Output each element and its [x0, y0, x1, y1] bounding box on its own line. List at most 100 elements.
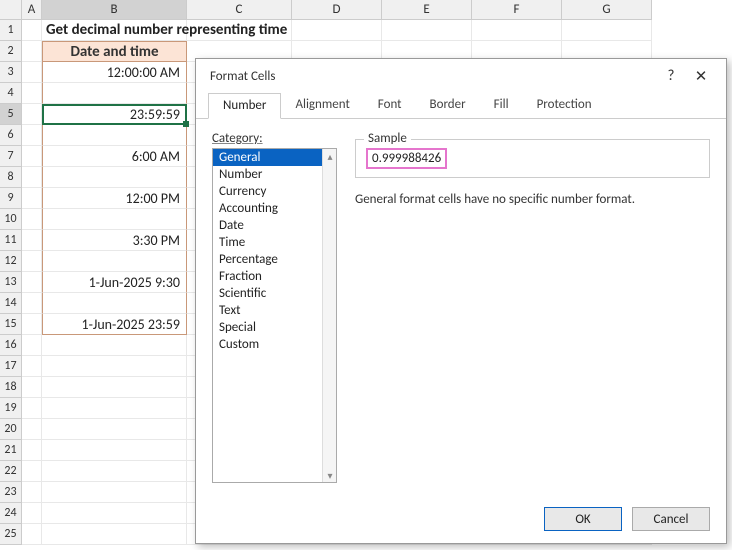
- cell[interactable]: [42, 440, 187, 461]
- cell[interactable]: [42, 293, 187, 314]
- row-header[interactable]: 19: [0, 398, 22, 419]
- dialog-titlebar[interactable]: Format Cells ? ✕: [196, 59, 726, 93]
- category-item[interactable]: Number: [213, 166, 336, 183]
- cell[interactable]: [22, 272, 42, 293]
- cell[interactable]: [22, 188, 42, 209]
- cell[interactable]: [42, 251, 187, 272]
- cell[interactable]: [22, 482, 42, 503]
- row-header[interactable]: 24: [0, 503, 22, 524]
- col-header-a[interactable]: A: [22, 0, 42, 20]
- cell[interactable]: 3:30 PM: [42, 230, 187, 251]
- category-item[interactable]: Special: [213, 319, 336, 336]
- close-button[interactable]: ✕: [686, 62, 716, 90]
- category-item[interactable]: Fraction: [213, 268, 336, 285]
- cell[interactable]: [22, 524, 42, 545]
- col-header-g[interactable]: G: [562, 0, 652, 20]
- row-header[interactable]: 11: [0, 230, 22, 251]
- cell[interactable]: [42, 356, 187, 377]
- cell[interactable]: [42, 125, 187, 146]
- row-header[interactable]: 9: [0, 188, 22, 209]
- category-item[interactable]: Accounting: [213, 200, 336, 217]
- cell[interactable]: [42, 83, 187, 104]
- cell[interactable]: 1-Jun-2025 9:30: [42, 272, 187, 293]
- cell[interactable]: [42, 482, 187, 503]
- row-header[interactable]: 2: [0, 41, 22, 62]
- category-item[interactable]: Percentage: [213, 251, 336, 268]
- row-header[interactable]: 18: [0, 377, 22, 398]
- cell[interactable]: [22, 440, 42, 461]
- category-item[interactable]: Scientific: [213, 285, 336, 302]
- cell[interactable]: [22, 146, 42, 167]
- row-header[interactable]: 6: [0, 125, 22, 146]
- row-header[interactable]: 15: [0, 314, 22, 335]
- cell[interactable]: [42, 398, 187, 419]
- ok-button[interactable]: OK: [544, 507, 622, 531]
- cell[interactable]: [42, 524, 187, 545]
- col-header-e[interactable]: E: [382, 0, 472, 20]
- category-item[interactable]: General: [213, 149, 336, 166]
- tab-protection[interactable]: Protection: [523, 93, 606, 118]
- row-header[interactable]: 21: [0, 440, 22, 461]
- cell[interactable]: [22, 167, 42, 188]
- cell[interactable]: 12:00:00 AM: [42, 62, 187, 83]
- row-header[interactable]: 4: [0, 83, 22, 104]
- row-header[interactable]: 5: [0, 104, 22, 125]
- tab-alignment[interactable]: Alignment: [281, 93, 363, 118]
- cell[interactable]: [22, 104, 42, 125]
- cancel-button[interactable]: Cancel: [632, 507, 710, 531]
- cell[interactable]: [292, 20, 382, 41]
- cell[interactable]: [42, 167, 187, 188]
- cell[interactable]: [22, 503, 42, 524]
- cell[interactable]: [22, 230, 42, 251]
- cell[interactable]: [42, 503, 187, 524]
- cell[interactable]: [22, 125, 42, 146]
- cell[interactable]: [22, 335, 42, 356]
- cell[interactable]: [22, 62, 42, 83]
- row-header[interactable]: 13: [0, 272, 22, 293]
- cell[interactable]: [42, 209, 187, 230]
- row-header[interactable]: 14: [0, 293, 22, 314]
- cell[interactable]: [42, 461, 187, 482]
- cell[interactable]: [382, 20, 472, 41]
- col-header-c[interactable]: C: [187, 0, 292, 20]
- row-header[interactable]: 20: [0, 419, 22, 440]
- cell[interactable]: 12:00 PM: [42, 188, 187, 209]
- col-header-d[interactable]: D: [292, 0, 382, 20]
- cell[interactable]: [22, 41, 42, 62]
- row-header[interactable]: 10: [0, 209, 22, 230]
- cell[interactable]: [472, 20, 562, 41]
- cell[interactable]: [42, 419, 187, 440]
- cell[interactable]: [22, 314, 42, 335]
- listbox-scrollbar[interactable]: ▴ ▾: [322, 149, 336, 482]
- row-header[interactable]: 12: [0, 251, 22, 272]
- cell[interactable]: [22, 419, 42, 440]
- row-header[interactable]: 16: [0, 335, 22, 356]
- cell[interactable]: 1-Jun-2025 23:59: [42, 314, 187, 335]
- col-header-b[interactable]: B: [42, 0, 187, 20]
- cell[interactable]: [42, 377, 187, 398]
- tab-font[interactable]: Font: [364, 93, 416, 118]
- category-listbox[interactable]: GeneralNumberCurrencyAccountingDateTimeP…: [212, 148, 337, 483]
- tab-number[interactable]: Number: [208, 93, 281, 119]
- row-header[interactable]: 7: [0, 146, 22, 167]
- category-item[interactable]: Text: [213, 302, 336, 319]
- row-header[interactable]: 3: [0, 62, 22, 83]
- cell[interactable]: Date and time: [42, 41, 187, 62]
- cell[interactable]: [22, 83, 42, 104]
- scroll-up-icon[interactable]: ▴: [323, 149, 337, 163]
- row-header[interactable]: 25: [0, 524, 22, 545]
- cell[interactable]: 23:59:59: [42, 104, 187, 125]
- cell[interactable]: 6:00 AM: [42, 146, 187, 167]
- row-header[interactable]: 8: [0, 167, 22, 188]
- cell[interactable]: [22, 461, 42, 482]
- cell[interactable]: [22, 20, 42, 41]
- cell[interactable]: Get decimal number representing time: [42, 20, 187, 41]
- scroll-down-icon[interactable]: ▾: [323, 468, 337, 482]
- tab-fill[interactable]: Fill: [480, 93, 523, 118]
- row-header[interactable]: 23: [0, 482, 22, 503]
- cell[interactable]: [22, 209, 42, 230]
- category-item[interactable]: Custom: [213, 336, 336, 353]
- cell[interactable]: [22, 251, 42, 272]
- col-header-f[interactable]: F: [472, 0, 562, 20]
- select-all-corner[interactable]: [0, 0, 22, 20]
